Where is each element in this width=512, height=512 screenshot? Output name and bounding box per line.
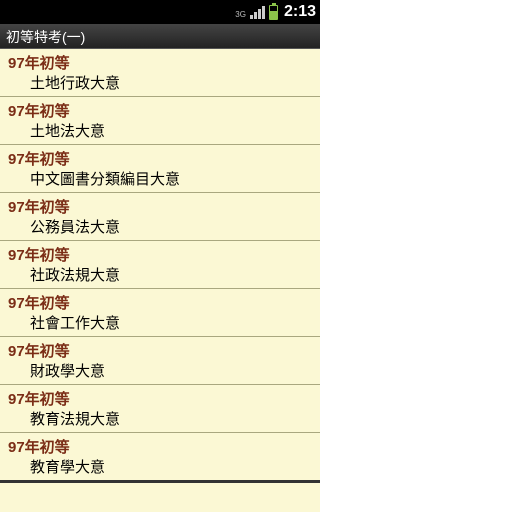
item-subtitle: 社政法規大意 [8,265,314,286]
list-item[interactable]: 97年初等 社會工作大意 [0,289,320,337]
page-title: 初等特考(一) [0,24,320,49]
battery-icon [269,5,278,20]
list-item[interactable]: 97年初等 公務員法大意 [0,193,320,241]
item-title: 97年初等 [8,100,314,121]
item-title: 97年初等 [8,148,314,169]
list-item[interactable]: 97年初等 教育法規大意 [0,385,320,433]
item-subtitle: 教育法規大意 [8,409,314,430]
status-bar: 3G 2:13 [0,0,320,24]
item-subtitle: 公務員法大意 [8,217,314,238]
item-title: 97年初等 [8,244,314,265]
list-item[interactable]: 97年初等 社政法規大意 [0,241,320,289]
list-item[interactable]: 97年初等 土地法大意 [0,97,320,145]
device-frame: 3G 2:13 初等特考(一) 97年初等 土地行政大意 97年初等 土地法大意… [0,0,320,512]
item-title: 97年初等 [8,436,314,457]
list-item[interactable]: 97年初等 土地行政大意 [0,49,320,97]
list-item[interactable]: 97年初等 財政學大意 [0,337,320,385]
item-title: 97年初等 [8,388,314,409]
item-subtitle: 土地法大意 [8,121,314,142]
network-3g-icon: 3G [235,5,246,20]
item-subtitle: 教育學大意 [8,457,314,478]
item-subtitle: 財政學大意 [8,361,314,382]
item-title: 97年初等 [8,52,314,73]
item-title: 97年初等 [8,196,314,217]
clock: 2:13 [284,3,316,21]
list-item[interactable]: 97年初等 中文圖書分類編目大意 [0,145,320,193]
item-subtitle: 社會工作大意 [8,313,314,334]
item-title: 97年初等 [8,292,314,313]
item-subtitle: 土地行政大意 [8,73,314,94]
exam-list[interactable]: 97年初等 土地行政大意 97年初等 土地法大意 97年初等 中文圖書分類編目大… [0,49,320,512]
list-item[interactable]: 97年初等 教育學大意 [0,433,320,483]
item-subtitle: 中文圖書分類編目大意 [8,169,314,190]
item-title: 97年初等 [8,340,314,361]
signal-icon [250,5,265,19]
